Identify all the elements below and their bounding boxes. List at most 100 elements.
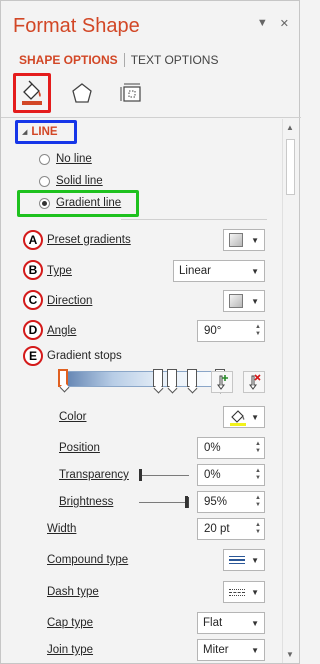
preset-gradients-dropdown[interactable]: ▼ (223, 229, 265, 251)
transparency-stepper[interactable]: 0% ▲ ▼ (197, 464, 265, 486)
type-select[interactable]: Linear ▼ (173, 260, 265, 282)
width-stepper[interactable]: 20 pt ▲ ▼ (197, 518, 265, 540)
radio-gradient-line[interactable]: Gradient line (39, 197, 121, 209)
position-value: 0% (204, 442, 221, 454)
tab-text-options[interactable]: TEXT OPTIONS (131, 53, 219, 67)
remove-stop-icon (249, 374, 261, 390)
join-type-select[interactable]: Miter ▼ (197, 639, 265, 661)
tab-divider (123, 53, 125, 67)
position-label: Position (59, 442, 100, 454)
fill-line-icon[interactable] (13, 73, 51, 113)
slider-knob[interactable] (139, 469, 142, 481)
gradient-stops-bar[interactable] (61, 371, 233, 387)
tabs: SHAPE OPTIONS TEXT OPTIONS (19, 53, 218, 67)
radio-solid-line[interactable]: Solid line (39, 175, 103, 187)
chevron-down-icon: ▼ (251, 235, 259, 245)
radio-label: Gradient line (56, 197, 122, 209)
chevron-down-icon: ▼ (251, 266, 259, 276)
gradient-stop[interactable] (167, 369, 177, 387)
radio-button[interactable] (39, 153, 50, 165)
slider-tick (188, 497, 189, 508)
compound-type-label: Compound type (47, 554, 129, 566)
callout-badge-c: C (23, 290, 43, 310)
chevron-down-icon: ▼ (251, 645, 259, 655)
scrollbar[interactable]: ▲ ▼ (282, 119, 298, 663)
collapse-triangle-icon: ◢ (22, 129, 28, 136)
dash-type-dropdown[interactable]: ▼ (223, 581, 265, 603)
scroll-up-icon[interactable]: ▲ (286, 123, 294, 132)
cap-type-label: Cap type (47, 617, 94, 629)
radio-button[interactable] (39, 197, 50, 209)
type-value: Linear (179, 265, 211, 277)
line-section-header[interactable]: ◢ LINE (15, 120, 77, 144)
gradient-stop[interactable] (187, 369, 197, 387)
pane-title: Format Shape (13, 15, 140, 37)
gradient-swatch-icon (229, 233, 243, 247)
line-section-label: LINE (31, 126, 58, 138)
chevron-down-icon: ▼ (251, 555, 259, 565)
radio-no-line[interactable]: No line (39, 153, 92, 165)
preset-gradients-label: Preset gradients (47, 234, 131, 246)
close-icon[interactable]: ✕ (280, 17, 289, 30)
size-properties-icon[interactable] (113, 73, 151, 113)
gradient-stop[interactable] (153, 369, 163, 387)
tab-shape-options[interactable]: SHAPE OPTIONS (19, 53, 118, 67)
chevron-down-icon: ▼ (251, 296, 259, 306)
brightness-slider[interactable] (139, 496, 189, 508)
chevron-down-icon: ▼ (251, 618, 259, 628)
join-type-label: Join type (47, 644, 94, 656)
category-icons (13, 73, 151, 113)
separator (121, 219, 267, 220)
chevron-down-icon: ▼ (251, 587, 259, 597)
cap-type-value: Flat (203, 617, 223, 629)
stepper-arrows-icon[interactable]: ▲ ▼ (255, 441, 261, 455)
callout-badge-b: B (23, 260, 43, 280)
direction-swatch-icon (229, 294, 243, 308)
paint-bucket-icon (230, 410, 246, 426)
angle-value: 90° (204, 325, 222, 337)
radio-label: No line (56, 153, 92, 165)
position-stepper[interactable]: 0% ▲ ▼ (197, 437, 265, 459)
angle-stepper[interactable]: 90° ▲ ▼ (197, 320, 265, 342)
compound-lines-icon (229, 556, 245, 564)
add-stop-icon (217, 375, 228, 390)
dropdown-icon[interactable]: ▼ (257, 17, 268, 30)
direction-dropdown[interactable]: ▼ (223, 290, 265, 312)
dash-type-label: Dash type (47, 586, 99, 598)
add-gradient-stop-button[interactable] (211, 371, 233, 393)
color-label: Color (59, 411, 87, 423)
transparency-slider[interactable] (139, 469, 189, 481)
effects-icon[interactable] (63, 73, 101, 113)
brightness-stepper[interactable]: 95% ▲ ▼ (197, 491, 265, 513)
direction-label: Direction (47, 295, 93, 307)
stepper-arrows-icon[interactable]: ▲ ▼ (255, 495, 261, 509)
brightness-value: 95% (204, 496, 228, 508)
color-picker[interactable]: ▼ (223, 406, 265, 428)
callout-badge-d: D (23, 320, 43, 340)
radio-button[interactable] (39, 175, 50, 187)
gradient-stop-selected[interactable] (58, 369, 68, 387)
remove-gradient-stop-button[interactable] (243, 371, 265, 393)
width-value: 20 pt (204, 523, 230, 535)
slider-knob[interactable] (185, 496, 188, 508)
join-type-value: Miter (203, 644, 229, 656)
scroll-down-icon[interactable]: ▼ (286, 650, 294, 659)
callout-badge-e: E (23, 346, 43, 366)
stepper-arrows-icon[interactable]: ▲ ▼ (255, 522, 261, 536)
divider (1, 117, 301, 118)
transparency-label: Transparency (59, 469, 129, 481)
title-controls: ▼ ✕ (257, 17, 289, 30)
width-label: Width (47, 523, 77, 535)
radio-label: Solid line (56, 175, 103, 187)
callout-badge-a: A (23, 230, 43, 250)
dash-lines-icon (229, 588, 245, 596)
stepper-arrows-icon[interactable]: ▲ ▼ (255, 324, 261, 338)
brightness-label: Brightness (59, 496, 114, 508)
stepper-arrows-icon[interactable]: ▲ ▼ (255, 468, 261, 482)
gradient-stops-label: Gradient stops (47, 350, 122, 362)
scroll-thumb[interactable] (286, 139, 295, 195)
cap-type-select[interactable]: Flat ▼ (197, 612, 265, 634)
compound-type-dropdown[interactable]: ▼ (223, 549, 265, 571)
type-label: Type (47, 265, 72, 277)
format-shape-pane: Format Shape ▼ ✕ SHAPE OPTIONS TEXT OPTI… (0, 0, 301, 664)
